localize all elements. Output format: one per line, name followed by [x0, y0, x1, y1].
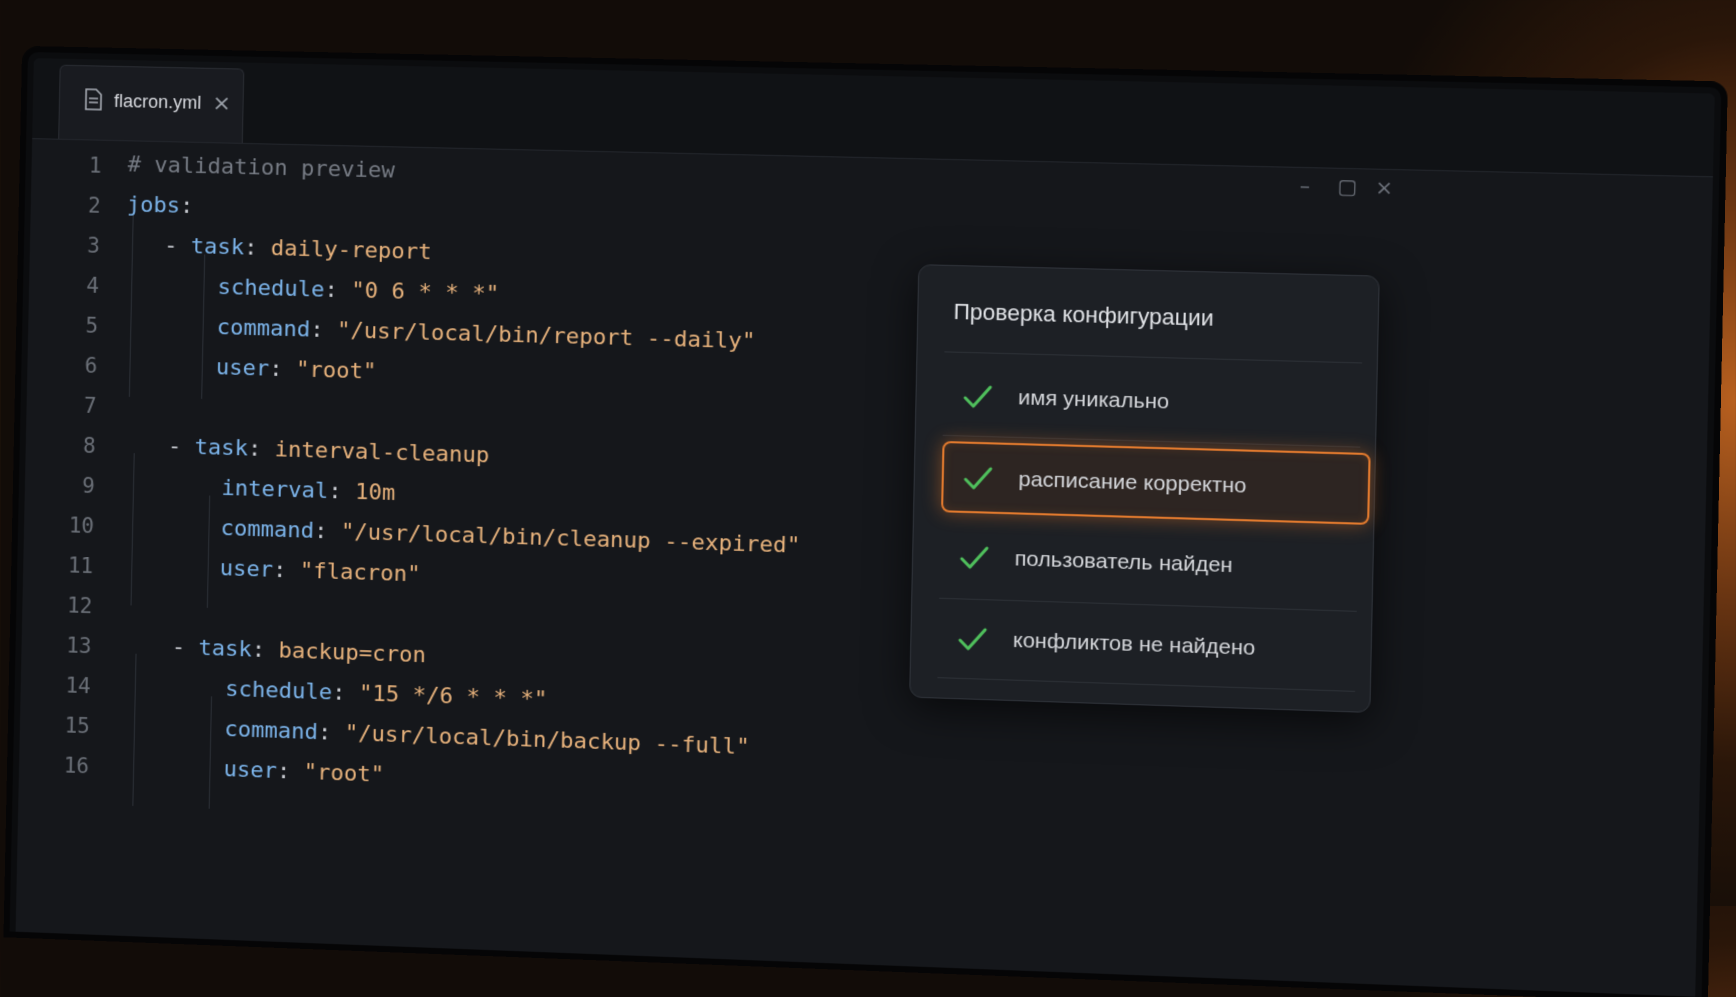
- tab-close-icon[interactable]: ×: [212, 91, 231, 116]
- checkmark-icon: [962, 464, 994, 493]
- tab-filename: flacron.yml: [114, 91, 202, 114]
- indent-guide: [131, 453, 135, 605]
- checkmark-icon: [962, 382, 994, 411]
- indent-guide: [207, 495, 210, 607]
- code-line: command: "/usr/local/bin/cleanup --expir…: [220, 516, 800, 559]
- line-number: 14: [21, 672, 91, 698]
- checkmark-icon: [957, 625, 989, 655]
- monitor: flacron.yml × – ▢ × 1 2 3 4 5 6 7 8 9 10…: [10, 52, 1722, 997]
- code-line: schedule: "15 */6 * * *": [225, 677, 548, 713]
- line-number: 4: [29, 272, 99, 298]
- line-number: 5: [28, 312, 98, 338]
- check-label: расписание корректно: [1018, 468, 1246, 499]
- check-item-user-found[interactable]: пользователь найден: [939, 522, 1369, 607]
- indent-guide: [132, 654, 136, 806]
- divider: [944, 351, 1362, 363]
- line-number: 8: [26, 432, 96, 458]
- validation-panel: Проверка конфигурации имя уникально расп…: [909, 264, 1380, 713]
- line-number-gutter: 1 2 3 4 5 6 7 8 9 10 11 12 13 14 15 16: [16, 138, 119, 935]
- code-line: interval: 10m: [221, 476, 395, 506]
- line-number: 2: [31, 192, 101, 218]
- check-item-schedule-valid[interactable]: расписание корректно: [941, 441, 1371, 525]
- code-line: - task: interval-cleanup: [168, 434, 490, 468]
- line-number: 15: [20, 712, 90, 738]
- line-number: 12: [22, 592, 92, 618]
- line-number: 13: [21, 632, 91, 658]
- line-number: 6: [27, 352, 97, 378]
- code-line: - task: backup=cron: [172, 635, 427, 668]
- line-number: 3: [30, 232, 100, 258]
- check-label: пользователь найден: [1014, 547, 1232, 578]
- check-label: имя уникально: [1018, 386, 1170, 415]
- editor-window: flacron.yml × – ▢ × 1 2 3 4 5 6 7 8 9 10…: [16, 58, 1715, 997]
- check-item-name-unique[interactable]: имя уникально: [943, 362, 1373, 445]
- indent-guide: [129, 213, 134, 397]
- panel-title: Проверка конфигурации: [953, 299, 1214, 332]
- line-number: 16: [19, 752, 89, 778]
- check-label: конфликтов не найдено: [1013, 629, 1256, 661]
- code-line: jobs:: [127, 192, 194, 219]
- code-line: user: "flacron": [219, 556, 420, 587]
- code-line: command: "/usr/local/bin/report --daily": [216, 315, 755, 354]
- check-item-no-conflicts[interactable]: конфликтов не найдено: [938, 604, 1368, 689]
- code-line: schedule: "0 6 * * *": [217, 275, 499, 307]
- indent-guide: [209, 696, 212, 808]
- code-line: command: "/usr/local/bin/backup --full": [224, 717, 750, 760]
- line-number: 7: [26, 392, 96, 418]
- line-number: 1: [31, 152, 102, 178]
- line-number: 11: [23, 552, 93, 578]
- file-icon: [84, 88, 102, 110]
- line-number: 9: [25, 472, 95, 498]
- indent-guide: [201, 254, 205, 398]
- tab-flacron-yml[interactable]: flacron.yml ×: [58, 65, 244, 143]
- code-line: user: "root": [223, 757, 384, 788]
- line-number: 10: [24, 512, 94, 538]
- checkmark-icon: [958, 543, 990, 572]
- code-line: user: "root": [216, 355, 377, 384]
- code-comment: # validation preview: [127, 152, 395, 183]
